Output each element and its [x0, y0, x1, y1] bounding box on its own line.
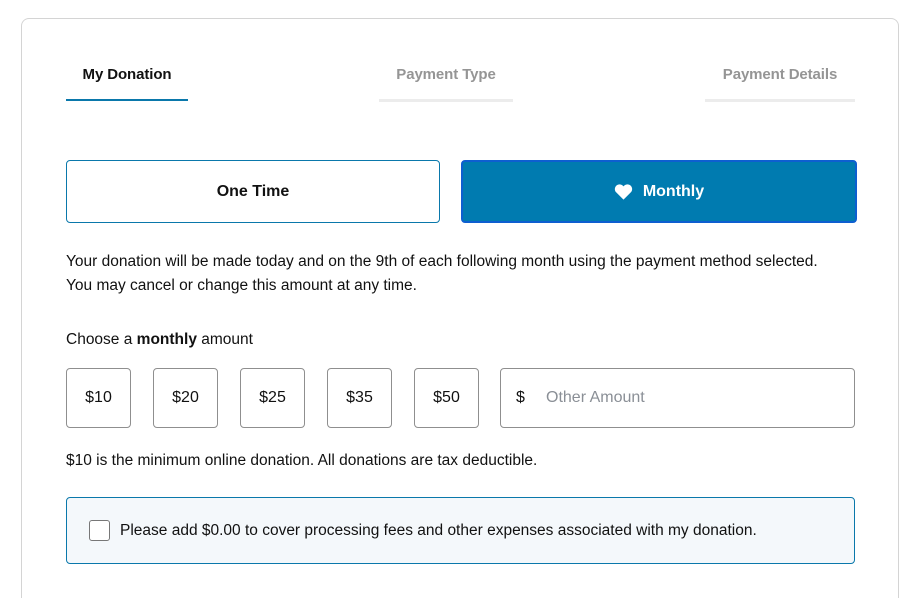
amount-button-10[interactable]: $10 [66, 368, 131, 428]
step-underline [705, 99, 855, 102]
step-label: Payment Type [396, 66, 496, 83]
choose-emphasis: monthly [136, 331, 197, 348]
recurring-info-text: Your donation will be made today and on … [66, 250, 866, 298]
step-tab-my-donation[interactable]: My Donation [66, 19, 188, 120]
step-label: Payment Details [722, 66, 838, 83]
donation-card: My Donation Payment Type Payment Details… [21, 18, 899, 598]
one-time-label: One Time [216, 182, 290, 200]
step-label: My Donation [82, 66, 172, 83]
amount-button-25[interactable]: $25 [240, 368, 305, 428]
cover-fees-box: Please add $0.00 to cover processing fee… [66, 497, 855, 564]
currency-symbol: $ [516, 389, 525, 406]
one-time-button[interactable]: One Time [66, 160, 440, 223]
other-amount-input[interactable] [546, 389, 836, 407]
choose-suffix: amount [201, 331, 253, 348]
amount-button-20[interactable]: $20 [153, 368, 218, 428]
cover-fees-checkbox[interactable] [89, 520, 110, 541]
info-line-1: Your donation will be made today and on … [66, 253, 818, 270]
heart-icon [614, 184, 632, 200]
amount-button-35[interactable]: $35 [327, 368, 392, 428]
choose-amount-label: Choose a monthly amount [66, 331, 253, 349]
amount-button-50[interactable]: $50 [414, 368, 479, 428]
monthly-label: Monthly [642, 182, 705, 200]
info-line-2: You may cancel or change this amount at … [66, 277, 417, 294]
other-amount-field[interactable]: $ [500, 368, 855, 428]
step-tab-payment-details[interactable]: Payment Details [705, 19, 855, 120]
step-underline [379, 99, 513, 102]
monthly-button[interactable]: Monthly [461, 160, 857, 223]
cover-fees-label[interactable]: Please add $0.00 to cover processing fee… [120, 522, 757, 540]
choose-prefix: Choose a [66, 331, 133, 348]
step-underline [66, 99, 188, 101]
minimum-donation-note: $10 is the minimum online donation. All … [66, 452, 538, 469]
step-tab-payment-type[interactable]: Payment Type [379, 19, 513, 120]
